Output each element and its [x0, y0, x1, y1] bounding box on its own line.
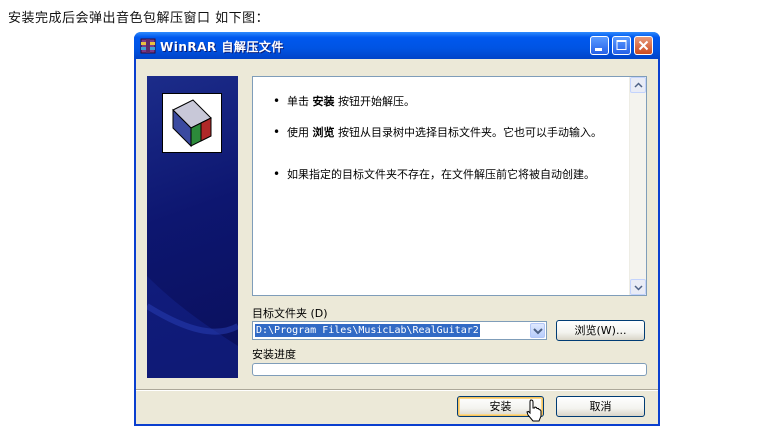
instruction-item: • 使用 浏览 按钮从目录树中选择目标文件夹。它也可以手动输入。: [273, 125, 602, 140]
progress-label: 安装进度: [252, 348, 296, 361]
instruction-item: • 如果指定的目标文件夹不存在，在文件解压前它将被自动创建。: [273, 167, 595, 182]
cancel-button[interactable]: 取消: [556, 396, 645, 417]
destination-path-input[interactable]: D:\Program Files\MusicLab\RealGuitar2: [255, 324, 480, 337]
close-button[interactable]: [634, 36, 653, 55]
title-bar[interactable]: WinRAR 自解压文件: [134, 32, 660, 59]
install-progress-bar: [252, 363, 647, 376]
destination-label: 目标文件夹 (D): [252, 307, 328, 320]
sfx-window: WinRAR 自解压文件 • 单击 安装 按钮开始解压。 • 使用 浏览 按钮从…: [134, 32, 660, 426]
destination-path-combo[interactable]: D:\Program Files\MusicLab\RealGuitar2: [252, 321, 547, 340]
instructions-box[interactable]: • 单击 安装 按钮开始解压。 • 使用 浏览 按钮从目录树中选择目标文件夹。它…: [252, 76, 647, 296]
intro-text: 安装完成后会弹出音色包解压窗口 如下图：: [8, 11, 270, 26]
window-title: WinRAR 自解压文件: [160, 40, 284, 54]
maximize-button[interactable]: [612, 36, 631, 55]
vertical-scrollbar[interactable]: [629, 77, 646, 295]
chevron-down-icon: [634, 285, 643, 291]
path-dropdown-button[interactable]: [530, 323, 545, 338]
mouse-cursor-icon: [525, 399, 543, 423]
chevron-up-icon: [634, 82, 643, 88]
instruction-item: • 单击 安装 按钮开始解压。: [273, 94, 415, 109]
minimize-icon: [595, 48, 602, 51]
winrar-app-icon: [140, 38, 156, 54]
scroll-down-button[interactable]: [630, 279, 646, 295]
minimize-button[interactable]: [590, 36, 609, 55]
maximize-icon: [616, 40, 627, 50]
scroll-up-button[interactable]: [630, 77, 646, 93]
button-divider: [136, 389, 658, 391]
winrar-logo: [162, 93, 222, 153]
browse-button[interactable]: 浏览(W)...: [556, 320, 645, 341]
screenshot-root: 安装完成后会弹出音色包解压窗口 如下图： WinRAR 自解压文件 • 单击 安…: [0, 0, 775, 429]
wizard-banner: [147, 76, 238, 378]
chevron-down-icon: [533, 328, 543, 335]
close-icon: [638, 40, 649, 51]
